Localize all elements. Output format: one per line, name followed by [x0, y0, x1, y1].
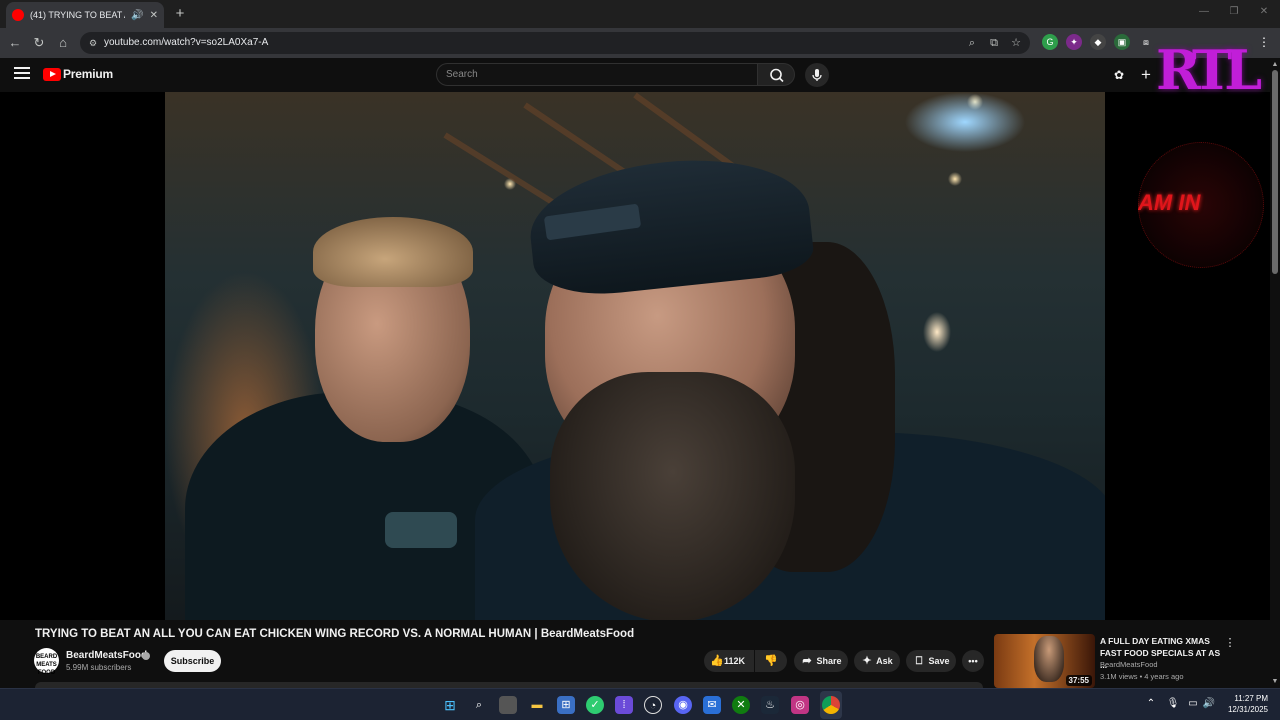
- like-button[interactable]: 👍112K: [704, 650, 754, 672]
- volume-icon[interactable]: 🔊: [1202, 697, 1216, 711]
- globe-overlay-text: AM IN: [1138, 190, 1201, 215]
- youtube-premium-label[interactable]: Premium: [63, 67, 113, 81]
- extension-icon[interactable]: ◆: [1090, 34, 1106, 50]
- save-button[interactable]: ⎕ Save: [906, 650, 956, 672]
- grammarly-extension-icon[interactable]: G: [1042, 34, 1058, 50]
- search-icon[interactable]: ⌕: [470, 696, 488, 714]
- youtube-logo-icon[interactable]: [43, 68, 61, 81]
- recommended-channel-name[interactable]: BeardMeatsFood: [1100, 660, 1158, 669]
- app-icon[interactable]: ✓: [586, 696, 604, 714]
- close-tab-icon[interactable]: ✕: [150, 10, 158, 21]
- reload-icon[interactable]: ↻: [30, 34, 48, 52]
- xbox-icon[interactable]: ✕: [732, 696, 750, 714]
- network-icon[interactable]: ▭: [1186, 697, 1200, 711]
- person-right-beard: [550, 372, 795, 620]
- cast-icon[interactable]: ✿: [1110, 66, 1128, 84]
- thumbnail-person: [1034, 636, 1064, 682]
- like-icon: 👍: [710, 655, 724, 667]
- browser-toolbar: ← ↻ ⌂ ⚙ youtube.com/watch?v=so2LA0Xa7-A …: [0, 28, 1280, 58]
- close-window-icon[interactable]: ✕: [1256, 4, 1272, 20]
- file-explorer-icon[interactable]: ▬: [528, 696, 546, 714]
- mic-icon: [812, 69, 822, 81]
- address-bar[interactable]: ⚙ youtube.com/watch?v=so2LA0Xa7-A ⌕ ⧉ ☆: [80, 32, 1030, 54]
- video-player-area[interactable]: [0, 92, 1270, 620]
- star-icon[interactable]: ☆: [1008, 35, 1024, 51]
- search-icon: [770, 68, 784, 83]
- back-icon[interactable]: ←: [6, 34, 24, 52]
- more-actions-button[interactable]: •••: [962, 650, 984, 672]
- search-button[interactable]: [757, 63, 795, 86]
- menu-icon[interactable]: [14, 67, 30, 81]
- ask-button[interactable]: ✦ Ask: [854, 650, 900, 672]
- install-icon[interactable]: ⧉: [986, 35, 1002, 51]
- clock-time[interactable]: 11:27 PM: [1220, 694, 1268, 703]
- search-input[interactable]: [437, 64, 757, 85]
- scroll-thumb[interactable]: [1272, 70, 1278, 274]
- video-player[interactable]: [165, 92, 1105, 620]
- youtube-masthead: Premium ✿ +: [0, 58, 1270, 92]
- channel-name[interactable]: BeardMeatsFood: [66, 650, 147, 661]
- windows-taskbar: ⊞ ⌕ ▬ ⊞ ✓ ⁞ ◔ ◉ ✉ ✕ ♨ ◎ ⌃ 🎙 ▭ 🔊 11:27 PM…: [0, 688, 1280, 720]
- video-title: TRYING TO BEAT AN ALL YOU CAN EAT CHICKE…: [35, 628, 635, 640]
- person-left-hair: [313, 217, 473, 287]
- maximize-icon[interactable]: ❐: [1226, 4, 1242, 20]
- app-icon[interactable]: ◎: [791, 696, 809, 714]
- tab-title: (41) TRYING TO BEAT AN AL: [30, 10, 125, 20]
- voice-search-button[interactable]: [805, 63, 829, 87]
- extension-icon[interactable]: ✦: [1066, 34, 1082, 50]
- ask-icon: ✦: [862, 655, 872, 667]
- zoom-icon[interactable]: ⌕: [964, 35, 980, 51]
- subscribe-button[interactable]: Subscribe: [164, 650, 221, 672]
- save-label: Save: [928, 656, 950, 666]
- share-button[interactable]: ➦ Share: [794, 650, 848, 672]
- scroll-up-icon[interactable]: ▲: [1270, 60, 1280, 70]
- browser-tab-active[interactable]: (41) TRYING TO BEAT AN AL 🔊 ✕: [6, 2, 164, 28]
- search-box[interactable]: [436, 63, 758, 86]
- app-icon[interactable]: ◔: [644, 696, 662, 714]
- share-icon: ➦: [802, 655, 812, 667]
- video-duration: 37:55: [1065, 675, 1092, 686]
- windows-start-icon[interactable]: ⊞: [441, 696, 459, 714]
- recommended-video-meta: 3.1M views • 4 years ago: [1100, 672, 1184, 681]
- mail-icon[interactable]: ✉: [703, 696, 721, 714]
- app-icon[interactable]: ⁞: [615, 696, 633, 714]
- save-icon: ⎕: [915, 655, 923, 667]
- url-text[interactable]: youtube.com/watch?v=so2LA0Xa7-A: [104, 32, 268, 54]
- recommended-video-thumbnail[interactable]: 37:55: [994, 634, 1095, 688]
- minimize-icon[interactable]: —: [1196, 4, 1212, 20]
- store-icon[interactable]: ⊞: [557, 696, 575, 714]
- like-count: 112K: [724, 656, 746, 666]
- dislike-button[interactable]: 👎: [755, 650, 787, 672]
- more-icon: •••: [968, 656, 978, 666]
- chrome-icon[interactable]: [822, 696, 840, 714]
- dislike-icon: 👎: [764, 655, 778, 667]
- steam-icon[interactable]: ♨: [761, 696, 779, 714]
- new-tab-button[interactable]: +: [170, 4, 190, 24]
- task-view-icon[interactable]: [499, 696, 517, 714]
- channel-avatar[interactable]: BEARD MEATS FOOD: [34, 648, 59, 676]
- verified-badge-icon: [142, 652, 150, 660]
- youtube-favicon-icon: [12, 9, 24, 21]
- scroll-down-icon[interactable]: ▼: [1270, 677, 1280, 687]
- page-scrollbar[interactable]: ▲ ▼: [1270, 58, 1280, 688]
- discord-icon[interactable]: ◉: [674, 696, 692, 714]
- site-info-icon[interactable]: ⚙: [87, 37, 99, 49]
- more-options-icon[interactable]: ⋮: [1224, 636, 1236, 650]
- subscriber-count: 5.99M subscribers: [66, 663, 132, 672]
- home-icon[interactable]: ⌂: [54, 34, 72, 52]
- browser-tab-strip: (41) TRYING TO BEAT AN AL 🔊 ✕ + — ❐ ✕: [0, 0, 1280, 28]
- clock-date[interactable]: 12/31/2025: [1220, 705, 1268, 714]
- share-label: Share: [816, 656, 842, 666]
- show-hidden-icons-icon[interactable]: ⌃: [1144, 697, 1158, 711]
- browser-menu-icon[interactable]: ⋮: [1256, 34, 1272, 50]
- ask-label: Ask: [876, 656, 893, 666]
- shirt-logo: [385, 512, 457, 548]
- rtl-overlay-logo: RTL: [1155, 38, 1262, 102]
- microphone-tray-icon[interactable]: 🎙: [1166, 697, 1180, 711]
- extension-icon[interactable]: ▣: [1114, 34, 1130, 50]
- audio-playing-icon[interactable]: 🔊: [131, 10, 143, 21]
